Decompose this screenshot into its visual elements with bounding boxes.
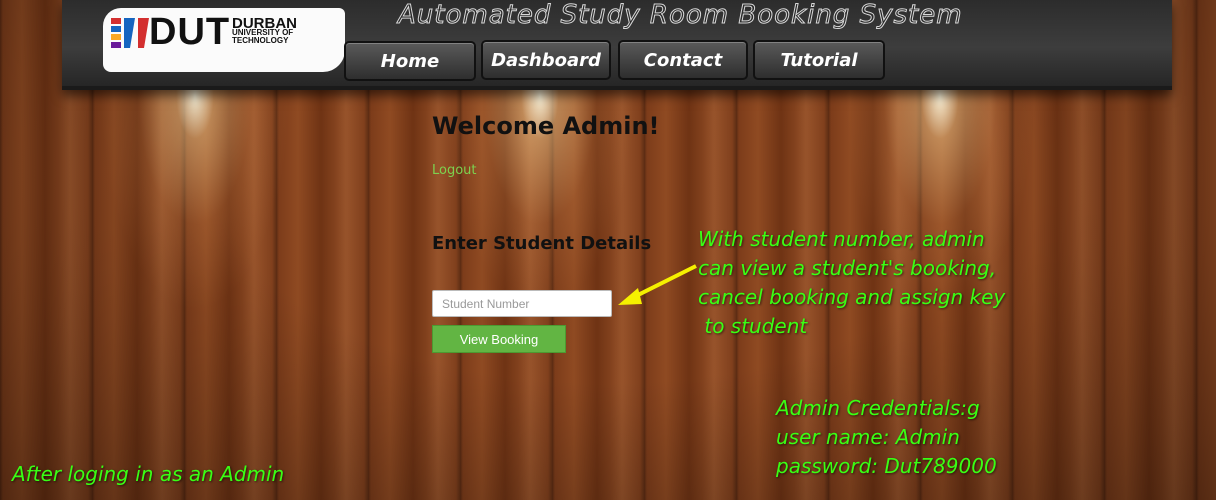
annotation-note-line-3: cancel booking and assign key [698,285,1006,309]
annotation-arrow-icon [618,264,697,305]
annotation-note-line-1: With student number, admin [698,227,985,251]
section-title: Enter Student Details [432,233,652,254]
logout-link[interactable]: Logout [432,163,477,178]
caption: After loging in as an Admin [12,462,285,486]
logo-stripes-icon [111,18,149,48]
logo-line-3: TECHNOLOGY [232,36,289,45]
credentials-line-3: password: Dut789000 [776,454,997,478]
annotation-note-line-4: to student [698,314,808,338]
nav-dashboard[interactable]: Dashboard [481,40,611,80]
annotation-note-line-2: can view a student's booking, [698,256,997,280]
credentials-note: Admin Credentials:g user name: Admin pas… [776,394,997,481]
nav-contact[interactable]: Contact [618,40,748,80]
site-title: Automated Study Room Booking System [398,0,963,31]
nav-tutorial[interactable]: Tutorial [753,40,885,80]
annotation-note: With student number, admin can view a st… [698,225,1005,341]
logo-institution-sub: UNIVERSITY OF TECHNOLOGY [232,29,293,45]
nav-home[interactable]: Home [344,41,476,81]
dut-logo[interactable]: DUT DURBAN UNIVERSITY OF TECHNOLOGY [103,8,345,72]
logo-brand: DUT [149,11,231,53]
welcome-heading: Welcome Admin! [432,112,660,140]
student-number-input[interactable] [432,290,612,317]
credentials-line-2: user name: Admin [776,425,960,449]
credentials-line-1: Admin Credentials:g [776,396,980,420]
view-booking-button[interactable]: View Booking [432,325,566,353]
